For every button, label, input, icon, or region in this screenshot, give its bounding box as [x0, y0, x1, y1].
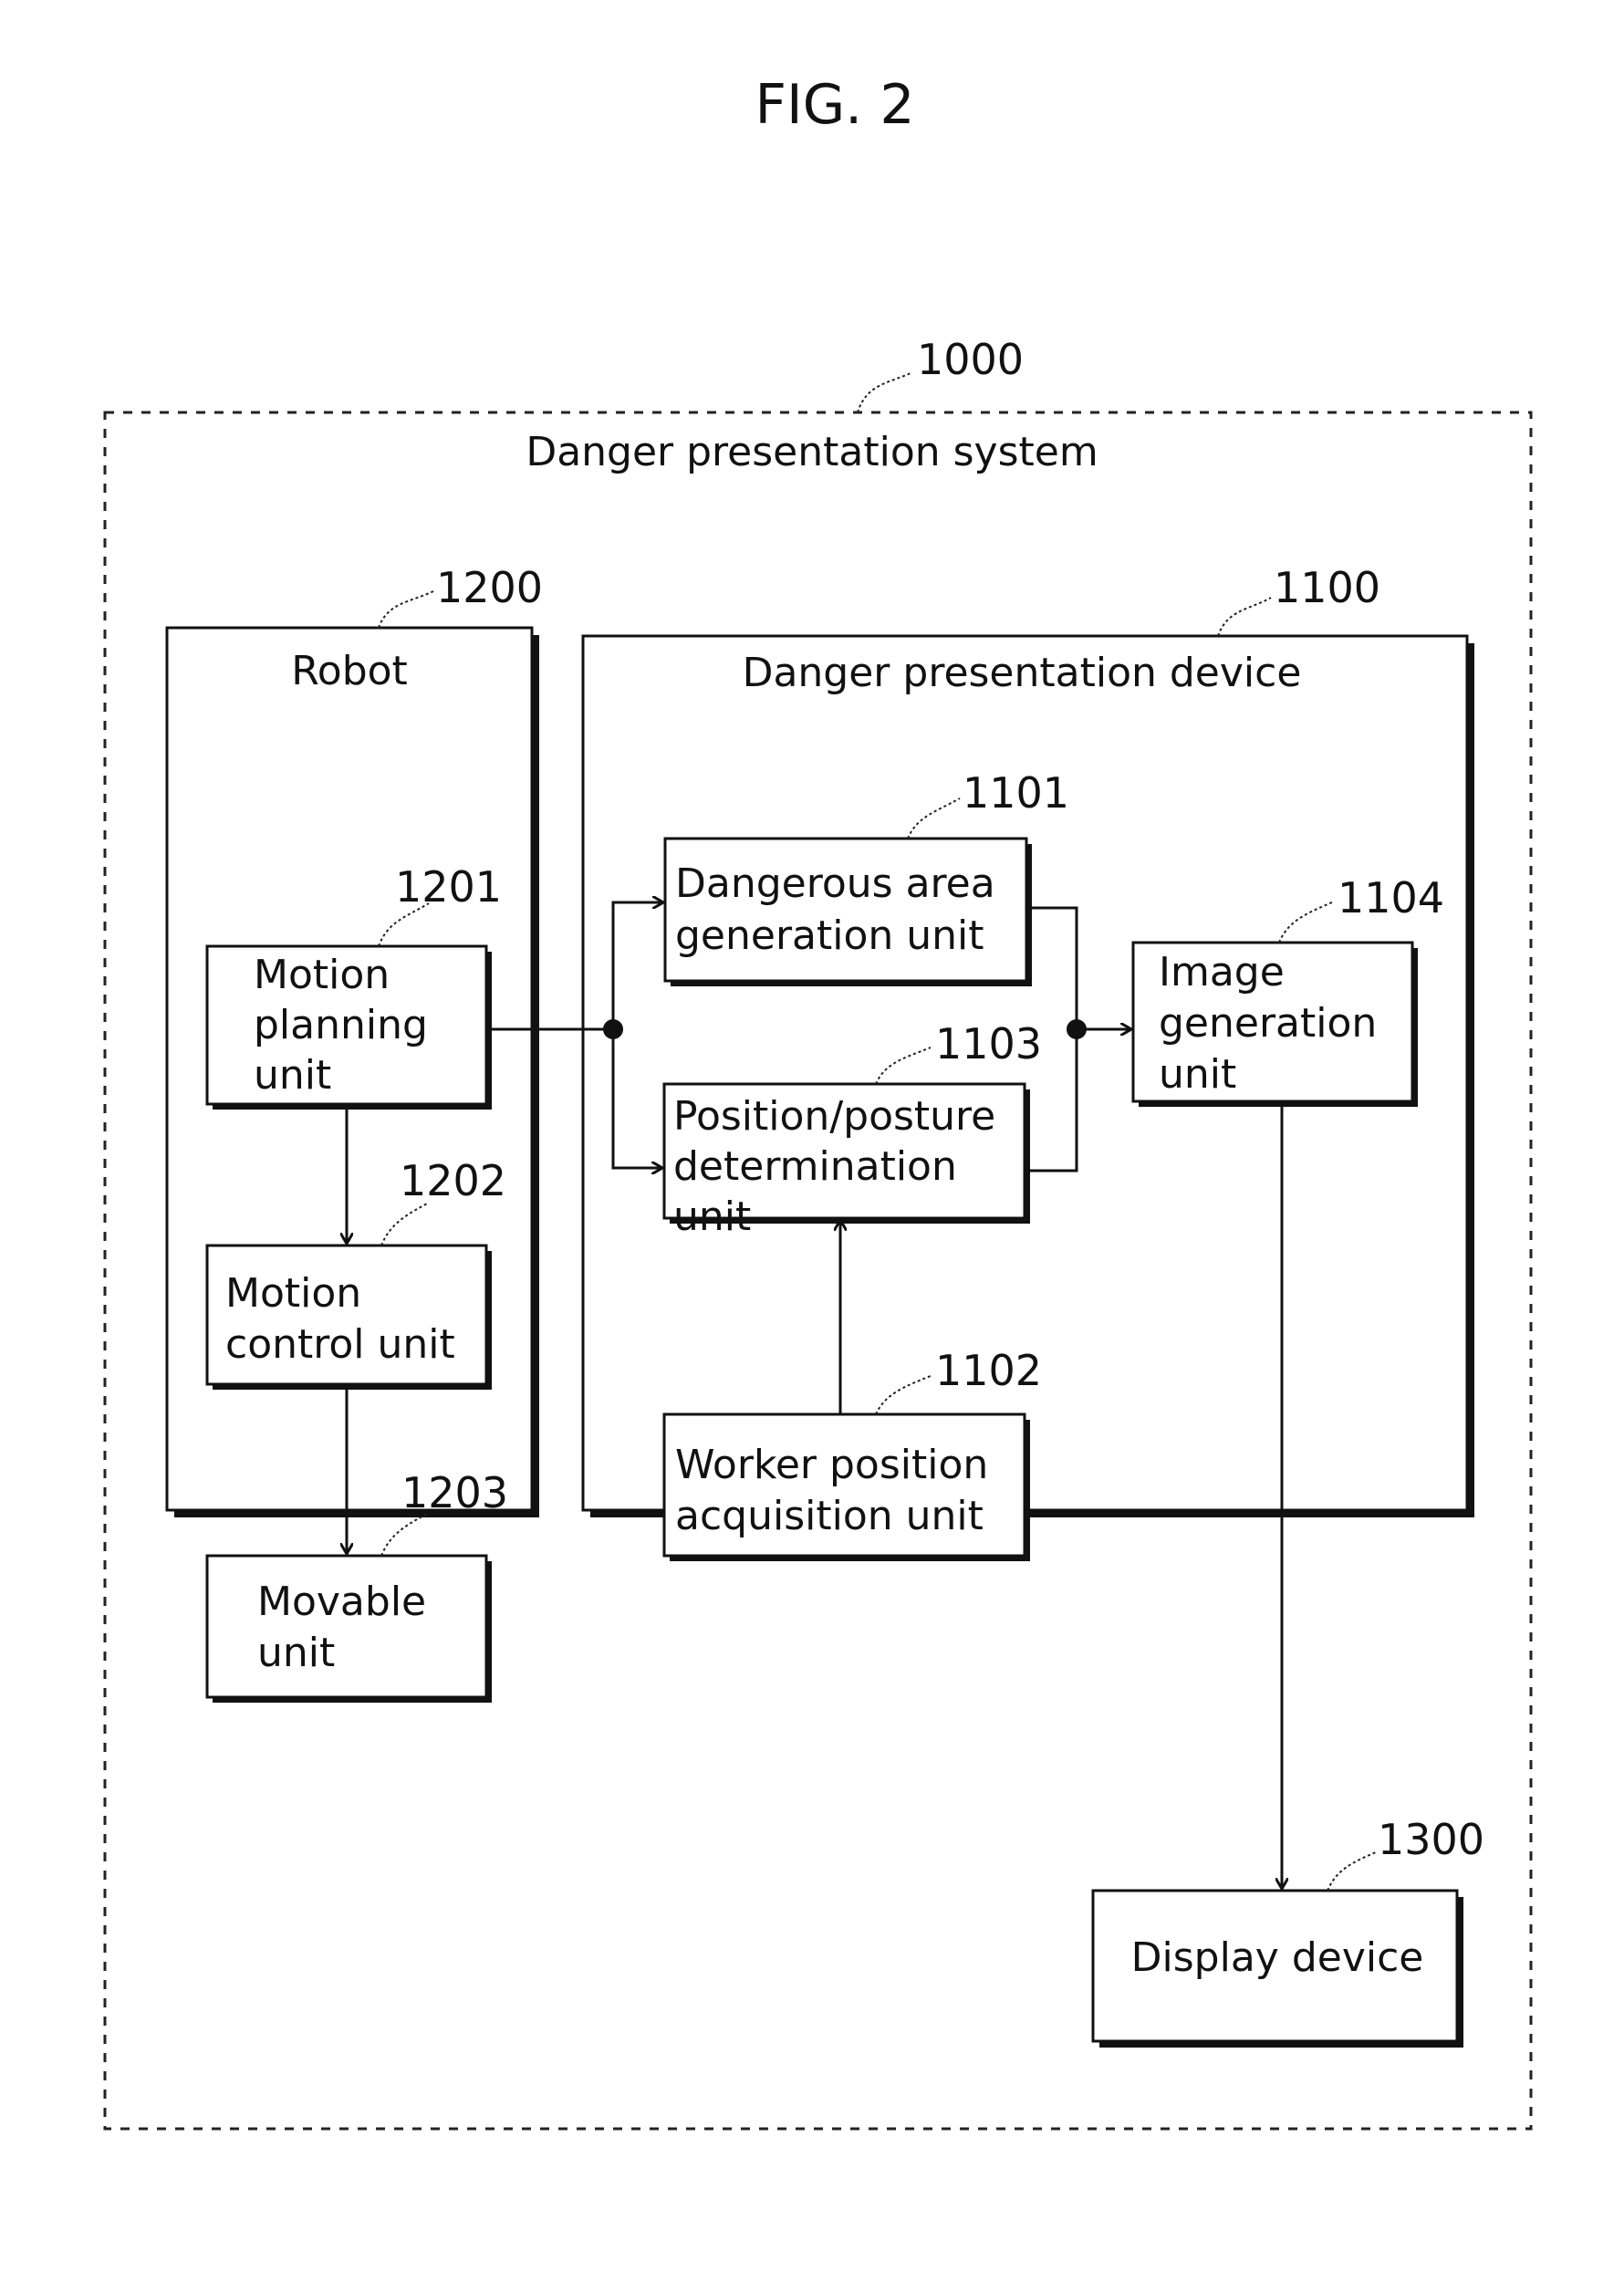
- unit-label-line: unit: [673, 1193, 751, 1240]
- unit-label-line: Movable: [257, 1579, 426, 1625]
- ref-1102: 1102: [935, 1346, 1042, 1395]
- unit-label-line: unit: [1159, 1051, 1236, 1098]
- unit-label-line: Motion: [254, 952, 390, 998]
- unit-label-line: Image: [1159, 949, 1285, 995]
- ref-1103: 1103: [935, 1019, 1042, 1068]
- display-device: 1300 Display device: [1091, 1815, 1484, 2048]
- robot-ref: 1200: [436, 563, 543, 612]
- robot-label: Robot: [291, 648, 408, 694]
- robot-leader: [378, 590, 434, 629]
- unit-label-line: generation: [1159, 1000, 1377, 1047]
- unit-label-line: Dangerous area: [675, 860, 995, 907]
- unit-label-line: Worker position: [675, 1442, 988, 1488]
- unit-label-line: planning: [254, 1002, 428, 1048]
- unit-label-line: unit: [254, 1052, 331, 1099]
- ref-1202: 1202: [400, 1156, 506, 1205]
- device-label: Danger presentation device: [743, 650, 1302, 696]
- system-ref: 1000: [917, 335, 1024, 384]
- system-label: Danger presentation system: [526, 429, 1098, 475]
- ref-1101: 1101: [963, 768, 1069, 818]
- block-diagram: FIG. 2 1000 Danger presentation system 1…: [103, 73, 1533, 2131]
- unit-label-line: determination: [673, 1143, 957, 1190]
- unit-label-line: generation unit: [675, 912, 984, 959]
- ref-1201: 1201: [395, 862, 502, 912]
- figure-title: FIG. 2: [755, 73, 914, 137]
- unit-label-line: control unit: [225, 1321, 455, 1368]
- unit-label-line: unit: [257, 1630, 335, 1676]
- device-ref: 1100: [1274, 563, 1380, 612]
- ref-1104: 1104: [1338, 873, 1444, 922]
- unit-label-line: acquisition unit: [675, 1493, 984, 1539]
- unit-label-line: Position/posture: [673, 1093, 995, 1140]
- unit-label-line: Motion: [225, 1270, 361, 1317]
- device-leader: [1217, 597, 1272, 637]
- display-device-label: Display device: [1131, 1934, 1424, 1981]
- ref-1300: 1300: [1378, 1815, 1484, 1864]
- ref-1203: 1203: [401, 1468, 508, 1517]
- system-leader: [857, 371, 913, 413]
